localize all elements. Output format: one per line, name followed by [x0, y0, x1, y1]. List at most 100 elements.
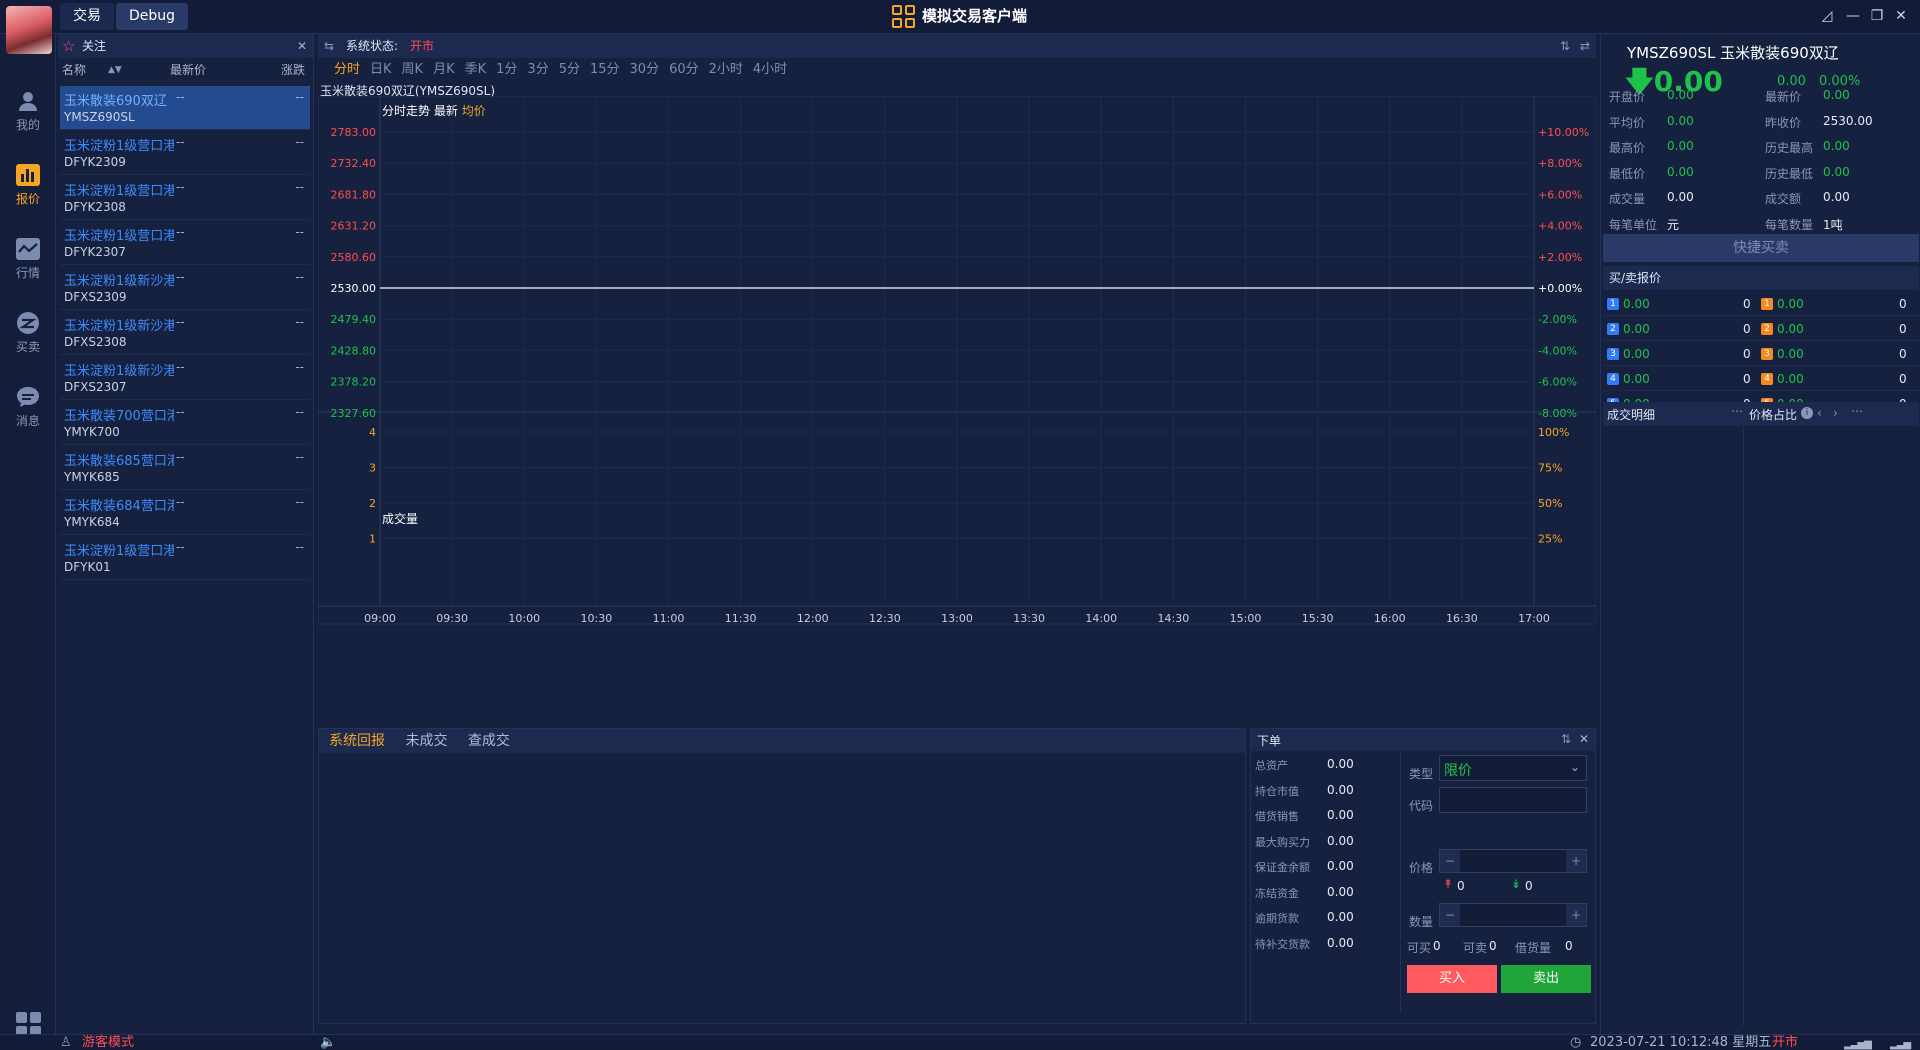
timeshare-chart[interactable]: 2783.00 +10.00% 2732.40 +8.00% 2681.80 +6.00%…: [318, 96, 1596, 722]
swap-icon[interactable]: ⇄: [1580, 34, 1590, 58]
ask-qty: 0: [1899, 322, 1907, 336]
nav-label: 买卖: [15, 340, 40, 354]
qty-stepper[interactable]: − +: [1439, 903, 1587, 927]
sort-icon[interactable]: ⇅: [1560, 34, 1570, 58]
watchlist-header: ☆ 关注 ✕: [58, 34, 313, 58]
instrument-change: --: [295, 90, 304, 104]
order-type-value: 限价: [1444, 763, 1472, 779]
book-row[interactable]: 2 0.00 0 2 0.00 0: [1603, 317, 1919, 341]
list-item[interactable]: 玉米淀粉1级营口港 -- -- DFYK2309: [60, 131, 310, 175]
close-icon[interactable]: ✕: [1890, 5, 1912, 27]
chart-panel: ⇆ 系统状态: 开市 ⇅ ⇄ 分时 日K 周K 月K 季K 1分 3分 5分 15分 30分 60分…: [318, 34, 1596, 724]
book-row[interactable]: 4 0.00 0 4 0.00 0: [1603, 367, 1919, 391]
list-item[interactable]: 玉米淀粉1级营口港 -- -- DFYK2307: [60, 221, 310, 265]
period-tab[interactable]: 1分: [496, 58, 517, 82]
list-item[interactable]: 玉米淀粉1级新沙港 -- -- DFXS2309: [60, 266, 310, 310]
period-tab[interactable]: 5分: [559, 58, 580, 82]
list-item[interactable]: 玉米散装690双辽 -- -- YMSZ690SL: [60, 86, 310, 130]
price-tick-label: 2681.80: [331, 188, 377, 201]
instrument-change: --: [295, 495, 304, 509]
order-form: 类型 限价 ⌄ 代码 价格 − + ↟ 0 ↡ 0 数量 − + 可买 0 可卖: [1403, 729, 1595, 1023]
instrument-name: 玉米淀粉1级营口港: [64, 544, 174, 559]
nav-item-mine[interactable]: 我的: [0, 82, 56, 140]
book-row[interactable]: 1 0.00 0 1 0.00 0: [1603, 292, 1919, 316]
restore-icon[interactable]: ❐: [1866, 5, 1888, 27]
trades-title: 成交明细: [1607, 408, 1656, 422]
tab-trade[interactable]: 交易: [60, 3, 114, 30]
code-input[interactable]: [1439, 787, 1587, 813]
speaker-icon[interactable]: 🔈: [320, 1035, 336, 1050]
col-name[interactable]: 名称: [62, 58, 86, 82]
more-icon[interactable]: ⋯: [1851, 404, 1863, 418]
tab-unfilled[interactable]: 未成交: [405, 733, 447, 749]
quote-field-value: 0.00: [1823, 190, 1850, 204]
nav-item-message[interactable]: 消息: [0, 378, 56, 436]
sort-icon[interactable]: ▲▼: [108, 58, 122, 82]
period-tab[interactable]: 日K: [370, 58, 392, 82]
sell-button[interactable]: 卖出: [1501, 965, 1591, 993]
chevron-right-icon[interactable]: ›: [1833, 406, 1838, 420]
period-tab[interactable]: 季K: [465, 58, 487, 82]
time-tick-label: 16:00: [1374, 612, 1406, 625]
quote-field-value: 0.00: [1667, 139, 1694, 153]
tab-debug[interactable]: Debug: [116, 3, 189, 30]
col-change[interactable]: 涨跌: [281, 58, 305, 82]
plus-icon[interactable]: +: [1566, 904, 1586, 926]
time-tick-label: 10:30: [581, 612, 613, 625]
price-stepper[interactable]: − +: [1439, 849, 1587, 873]
period-tab[interactable]: 2小时: [709, 58, 743, 82]
list-item[interactable]: 玉米淀粉1级新沙港 -- -- DFXS2308: [60, 311, 310, 355]
col-price[interactable]: 最新价: [170, 58, 206, 82]
buy-button[interactable]: 买入: [1407, 965, 1497, 993]
qty-label: 数量: [1409, 915, 1434, 929]
list-item[interactable]: 玉米淀粉1级新沙港 -- -- DFXS2307: [60, 356, 310, 400]
period-tab[interactable]: 分时: [334, 58, 360, 82]
ask-qty: 0: [1899, 297, 1907, 311]
period-tab[interactable]: 周K: [402, 58, 424, 82]
minus-icon[interactable]: −: [1440, 904, 1460, 926]
minimize-icon[interactable]: —: [1842, 5, 1864, 27]
order-type-select[interactable]: 限价 ⌄: [1439, 755, 1587, 781]
instrument-code: DFXS2309: [64, 290, 127, 304]
nav-item-market[interactable]: 行情: [0, 230, 56, 288]
period-tab[interactable]: 30分: [630, 58, 660, 82]
plus-icon[interactable]: +: [1566, 850, 1586, 872]
pct-tick-label: +8.00%: [1538, 157, 1582, 170]
status-label: 系统状态:: [346, 39, 399, 53]
quote-field-label: 最高价: [1609, 141, 1646, 155]
instrument-code: YMYK684: [64, 515, 120, 529]
pct-tick-label: +0.00%: [1538, 282, 1582, 295]
skin-icon[interactable]: ◿: [1816, 5, 1838, 27]
chevron-left-icon[interactable]: ‹: [1817, 406, 1822, 420]
borrow-label: 借货量: [1515, 941, 1552, 955]
list-item[interactable]: 玉米淀粉1级营口港 -- -- DFYK2308: [60, 176, 310, 220]
price-tick-label: 2479.40: [331, 313, 377, 326]
list-item[interactable]: 玉米散装684营口港 -- -- YMYK684: [60, 491, 310, 535]
tab-filled[interactable]: 查成交: [468, 733, 510, 749]
quote-field-label: 历史最低: [1765, 166, 1814, 181]
period-tab[interactable]: 4小时: [753, 58, 787, 82]
minus-icon[interactable]: −: [1440, 850, 1460, 872]
list-item[interactable]: 玉米散装685营口港 -- -- YMYK685: [60, 446, 310, 490]
nav-item-quote[interactable]: 报价: [0, 156, 56, 214]
period-tab[interactable]: 3分: [527, 58, 548, 82]
quick-trade-button[interactable]: 快捷买卖: [1603, 234, 1919, 262]
tab-system-report[interactable]: 系统回报: [329, 733, 385, 749]
avatar[interactable]: [6, 6, 52, 54]
nav-item-trade[interactable]: 买卖: [0, 304, 56, 362]
period-tab[interactable]: 60分: [669, 58, 699, 82]
list-item[interactable]: 玉米散装700营口港 -- -- YMYK700: [60, 401, 310, 445]
star-icon: ☆: [62, 37, 76, 55]
swap-icon[interactable]: ⇆: [324, 34, 334, 58]
book-row[interactable]: 3 0.00 0 3 0.00 0: [1603, 342, 1919, 366]
more-icon[interactable]: ⋯: [1731, 404, 1743, 418]
list-item[interactable]: 玉米淀粉1级营口港 -- -- DFYK01: [60, 536, 310, 580]
period-tab[interactable]: 月K: [433, 58, 455, 82]
price-tick-label: 2732.40: [331, 157, 377, 170]
period-tab[interactable]: 15分: [590, 58, 620, 82]
info-icon[interactable]: i: [1801, 407, 1813, 419]
price-tick-label: 2580.60: [331, 251, 377, 264]
close-icon[interactable]: ✕: [297, 34, 307, 58]
account-field-label: 冻结资金: [1255, 886, 1299, 900]
quote-field-value: 2530.00: [1823, 113, 1873, 128]
